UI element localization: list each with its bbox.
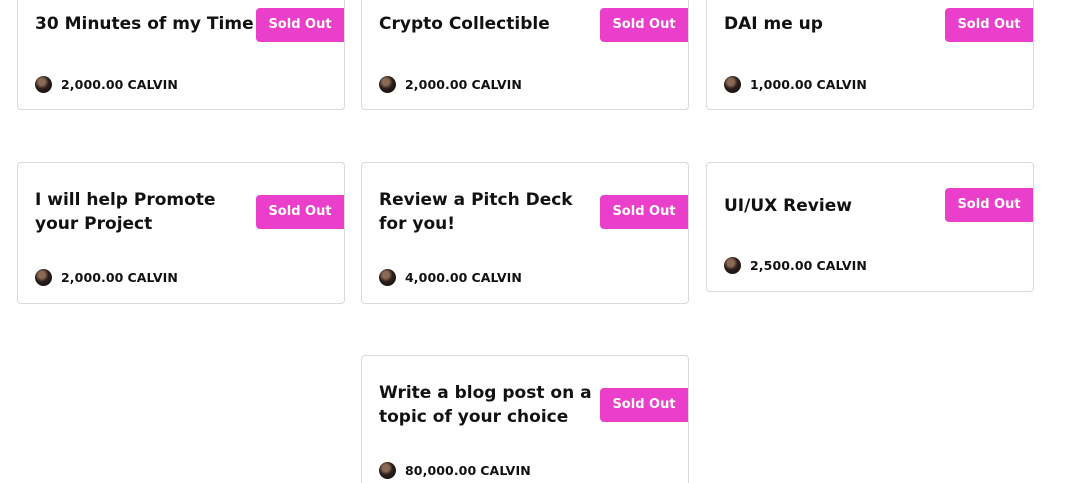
product-price: 2,500.00 CALVIN <box>724 256 867 274</box>
product-title: UI/UX Review <box>724 196 852 216</box>
token-avatar-icon <box>35 268 52 286</box>
token-avatar-icon <box>379 268 396 286</box>
product-price: 2,000.00 CALVIN <box>35 268 178 286</box>
product-card[interactable]: 30 Minutes of my Time Sold Out 2,000.00 … <box>17 0 345 110</box>
price-amount: 2,500.00 <box>750 257 813 273</box>
price-amount: 1,000.00 <box>750 76 813 92</box>
sold-out-badge: Sold Out <box>600 388 688 422</box>
price-currency: CALVIN <box>816 76 867 92</box>
product-title: DAI me up <box>724 14 823 34</box>
product-price: 2,000.00 CALVIN <box>35 75 178 93</box>
price-currency: CALVIN <box>127 269 178 285</box>
product-grid: 30 Minutes of my Time Sold Out 2,000.00 … <box>0 0 1080 483</box>
token-avatar-icon <box>35 75 52 93</box>
token-avatar-icon <box>379 75 396 93</box>
price-amount: 2,000.00 <box>61 269 124 285</box>
price-amount: 2,000.00 <box>405 76 468 92</box>
sold-out-badge: Sold Out <box>256 195 344 229</box>
product-title: Review a Pitch Deck for you! <box>379 190 573 234</box>
price-amount: 80,000.00 <box>405 462 477 478</box>
product-title: 30 Minutes of my Time <box>35 14 254 34</box>
product-card[interactable]: I will help Promote your Project Sold Ou… <box>17 162 345 304</box>
product-price: 80,000.00 CALVIN <box>379 461 531 479</box>
price-currency: CALVIN <box>471 269 522 285</box>
price-currency: CALVIN <box>471 76 522 92</box>
sold-out-badge: Sold Out <box>256 8 344 42</box>
price-amount: 4,000.00 <box>405 269 468 285</box>
product-price: 1,000.00 CALVIN <box>724 75 867 93</box>
product-price: 4,000.00 CALVIN <box>379 268 522 286</box>
product-price: 2,000.00 CALVIN <box>379 75 522 93</box>
token-avatar-icon <box>724 75 741 93</box>
price-currency: CALVIN <box>816 257 867 273</box>
sold-out-badge: Sold Out <box>945 8 1033 42</box>
product-title: Crypto Collectible <box>379 14 550 34</box>
price-currency: CALVIN <box>480 462 531 478</box>
product-card[interactable]: Review a Pitch Deck for you! Sold Out 4,… <box>361 162 689 304</box>
token-avatar-icon <box>379 461 396 479</box>
price-amount: 2,000.00 <box>61 76 124 92</box>
product-title: I will help Promote your Project <box>35 190 216 234</box>
product-card[interactable]: Write a blog post on a topic of your cho… <box>361 355 689 483</box>
product-card[interactable]: Crypto Collectible Sold Out 2,000.00 CAL… <box>361 0 689 110</box>
sold-out-badge: Sold Out <box>600 195 688 229</box>
product-title: Write a blog post on a topic of your cho… <box>379 383 592 427</box>
token-avatar-icon <box>724 256 741 274</box>
product-card[interactable]: DAI me up Sold Out 1,000.00 CALVIN <box>706 0 1034 110</box>
sold-out-badge: Sold Out <box>945 188 1033 222</box>
price-currency: CALVIN <box>127 76 178 92</box>
sold-out-badge: Sold Out <box>600 8 688 42</box>
product-card[interactable]: UI/UX Review Sold Out 2,500.00 CALVIN <box>706 162 1034 292</box>
